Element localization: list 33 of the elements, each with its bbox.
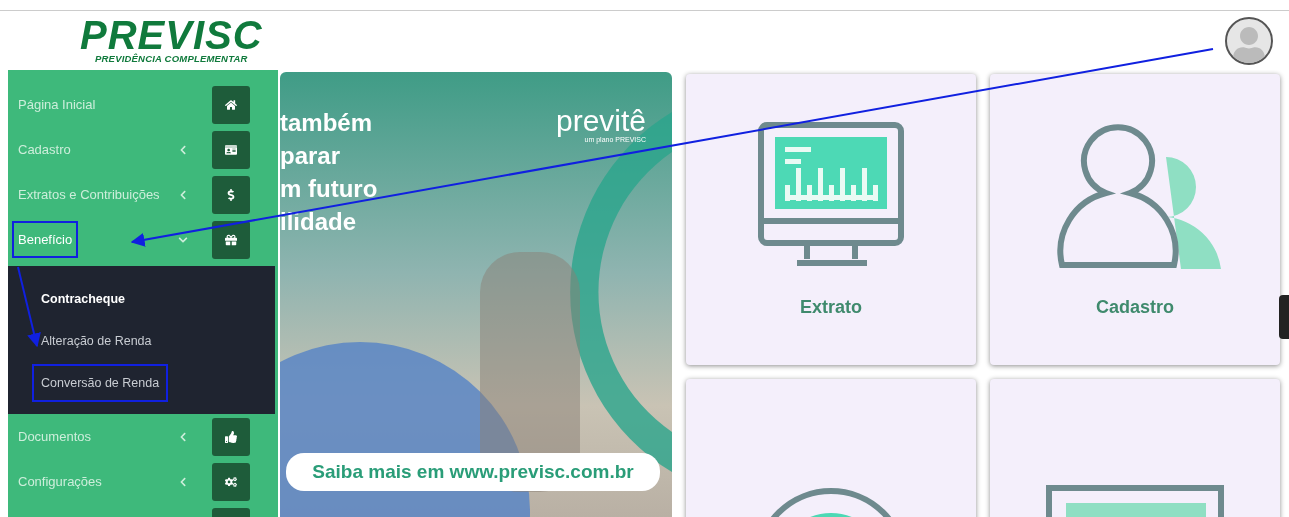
home-icon[interactable] [212, 85, 250, 124]
chevron-down-icon[interactable] [178, 234, 188, 245]
banner-headline: parar [280, 141, 342, 171]
menu-item[interactable]: Extratos e Contribuições [12, 176, 166, 213]
banner-headline: m futuro [280, 174, 378, 204]
submenu-item[interactable]: Contracheque [32, 280, 135, 318]
card-label: Cadastro [1096, 297, 1174, 318]
shortcut-card[interactable]: Cadastro [990, 74, 1280, 365]
submenu-item[interactable]: Conversão de Renda [32, 364, 169, 402]
side-tab-handle[interactable] [1279, 295, 1289, 339]
menu-item[interactable]: Documentos [12, 418, 97, 455]
avatar-icon[interactable] [1225, 16, 1273, 65]
id-card-icon[interactable] [212, 130, 250, 169]
dollar-icon[interactable] [212, 175, 250, 214]
card-label: Extrato [800, 297, 862, 318]
chevron-left-icon[interactable] [178, 144, 188, 155]
chevron-left-icon[interactable] [178, 431, 188, 442]
chevron-left-icon[interactable] [178, 189, 188, 200]
chevron-left-icon[interactable] [178, 476, 188, 487]
menu-item[interactable]: Configurações [12, 463, 108, 500]
monitor-chart-icon [757, 121, 905, 269]
submenu-item[interactable]: Alteração de Renda [32, 322, 161, 360]
thumbs-up-icon[interactable] [212, 417, 250, 456]
previsc-logo[interactable]: PREVISC PREVIDÊNCIA COMPLEMENTAR [80, 17, 263, 64]
gears-icon[interactable] [212, 462, 250, 501]
banner-headline: também [280, 108, 374, 138]
gift-icon[interactable] [212, 220, 250, 259]
banner-headline: ilidade [280, 207, 358, 237]
menu-item[interactable]: Benefício [12, 221, 79, 258]
menu-item[interactable]: Página Inicial [12, 86, 102, 123]
shortcut-card[interactable]: Extrato [686, 74, 976, 365]
menu-item[interactable]: Cadastro [12, 131, 77, 168]
website-link[interactable]: Saiba mais em www.previsc.com.br [286, 453, 660, 491]
